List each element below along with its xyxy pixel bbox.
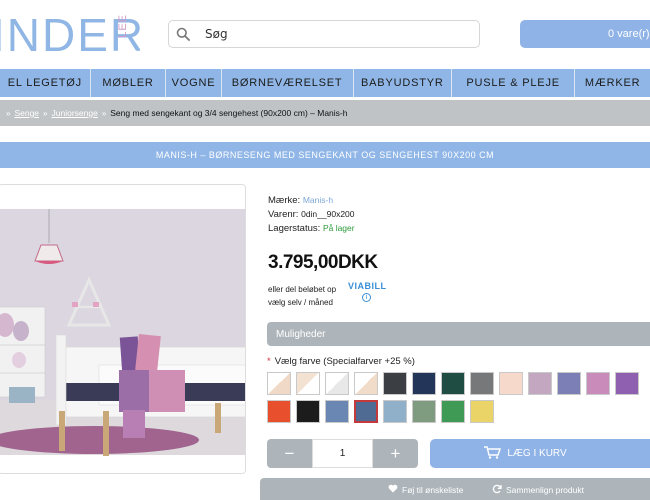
nav-item-vogne[interactable]: VOGNE bbox=[166, 69, 222, 97]
color-swatch[interactable] bbox=[412, 400, 436, 423]
color-swatch[interactable] bbox=[296, 400, 320, 423]
main-nav: EL LEGETØJ MØBLER VOGNE BØRNEVÆRELSET BA… bbox=[0, 69, 650, 97]
product-price: 3.795,00DKK bbox=[268, 252, 378, 273]
site-logo[interactable]: INDER LEE bbox=[0, 6, 140, 64]
color-swatch[interactable] bbox=[267, 372, 291, 395]
color-swatch[interactable] bbox=[499, 372, 523, 395]
nav-item-mobler[interactable]: MØBLER bbox=[91, 69, 167, 97]
color-swatch[interactable] bbox=[615, 372, 639, 395]
color-swatch[interactable] bbox=[470, 372, 494, 395]
wishlist-label: Føj til ønskeliste bbox=[402, 484, 464, 495]
brand-link[interactable]: Manis-h bbox=[303, 195, 333, 205]
color-swatch[interactable] bbox=[470, 400, 494, 423]
finance-line-1: eller del beløbet op bbox=[268, 285, 337, 294]
quantity-minus-button[interactable]: − bbox=[267, 439, 312, 468]
color-swatch[interactable] bbox=[441, 372, 465, 395]
color-swatch[interactable] bbox=[296, 372, 320, 395]
color-swatch[interactable] bbox=[528, 372, 552, 395]
color-swatch[interactable] bbox=[383, 372, 407, 395]
finance-text: eller del beløbet op vælg selv / måned bbox=[268, 283, 336, 309]
nav-item-el-legetoj[interactable]: EL LEGETØJ bbox=[0, 69, 91, 97]
add-to-cart-label: LÆG I KURV bbox=[507, 448, 567, 459]
sku-value: 0din__90x200 bbox=[301, 209, 355, 219]
viabill-logo: VIABILL bbox=[348, 281, 387, 291]
finance-line-2: vælg selv / måned bbox=[268, 298, 333, 307]
color-swatch[interactable] bbox=[586, 372, 610, 395]
compare-label: Sammenlign produkt bbox=[506, 485, 584, 495]
refresh-icon bbox=[492, 484, 502, 496]
wishlist-link[interactable]: Føj til ønskeliste bbox=[388, 484, 463, 495]
stock-status: På lager bbox=[322, 223, 355, 233]
brand-label: Mærke: bbox=[268, 195, 301, 206]
nav-item-bornevaerelset[interactable]: BØRNEVÆRELSET bbox=[222, 69, 354, 97]
color-swatch[interactable] bbox=[354, 372, 378, 395]
required-star: * bbox=[267, 356, 271, 367]
mini-cart-button[interactable]: 0 vare(r) - bbox=[520, 20, 650, 48]
color-swatch[interactable] bbox=[325, 372, 349, 395]
color-swatch[interactable] bbox=[267, 400, 291, 423]
color-swatch[interactable] bbox=[412, 372, 436, 395]
logo-side-text: LEE bbox=[117, 14, 129, 38]
quantity-input[interactable]: 1 bbox=[312, 439, 373, 468]
nav-item-babyudstyr[interactable]: BABYUDSTYR bbox=[354, 69, 453, 97]
quantity-stepper: − 1 + bbox=[267, 439, 418, 468]
color-swatch[interactable] bbox=[441, 400, 465, 423]
color-option-text: Vælg farve (Specialfarver +25 %) bbox=[274, 356, 415, 367]
product-title: MANIS-H – BØRNESENG MED SENGEKANT OG SEN… bbox=[0, 142, 650, 168]
color-option-label: * Vælg farve (Specialfarver +25 %) bbox=[267, 356, 415, 367]
product-image[interactable] bbox=[0, 184, 246, 474]
color-swatch-selected[interactable] bbox=[354, 400, 378, 423]
options-header: Muligheder bbox=[267, 322, 650, 346]
color-swatch[interactable] bbox=[557, 372, 581, 395]
breadcrumb: » Senge » Juniorsenge » Seng med sengeka… bbox=[0, 100, 650, 126]
cart-count: 0 vare(r) - bbox=[608, 28, 650, 40]
quantity-plus-button[interactable]: + bbox=[373, 439, 418, 468]
stock-label: Lagerstatus: bbox=[268, 223, 321, 234]
add-to-cart-button[interactable]: LÆG I KURV bbox=[430, 439, 650, 468]
breadcrumb-juniorsenge[interactable]: Juniorsenge bbox=[52, 108, 98, 118]
breadcrumb-current: Seng med sengekant og 3/4 sengehest (90x… bbox=[110, 108, 348, 118]
sku-label: Varenr: bbox=[268, 209, 299, 220]
breadcrumb-separator: » bbox=[101, 108, 107, 118]
nav-item-maerker[interactable]: MÆRKER bbox=[575, 69, 650, 97]
breadcrumb-separator: » bbox=[43, 108, 48, 118]
breadcrumb-separator: » bbox=[6, 108, 11, 118]
cart-icon bbox=[483, 445, 502, 462]
color-swatch[interactable] bbox=[325, 400, 349, 423]
color-swatch[interactable] bbox=[383, 400, 407, 423]
nav-item-pusle-pleje[interactable]: PUSLE & PLEJE bbox=[452, 69, 576, 97]
wishlist-compare-bar: Føj til ønskeliste Sammenlign produkt bbox=[260, 478, 650, 500]
search-icon[interactable] bbox=[169, 21, 197, 47]
search-input[interactable]: Søg bbox=[168, 20, 480, 48]
search-text: Søg bbox=[205, 27, 228, 41]
heart-icon bbox=[388, 484, 398, 495]
info-icon[interactable]: i bbox=[362, 293, 371, 302]
breadcrumb-senge[interactable]: Senge bbox=[14, 108, 39, 118]
compare-link[interactable]: Sammenlign produkt bbox=[492, 484, 584, 496]
